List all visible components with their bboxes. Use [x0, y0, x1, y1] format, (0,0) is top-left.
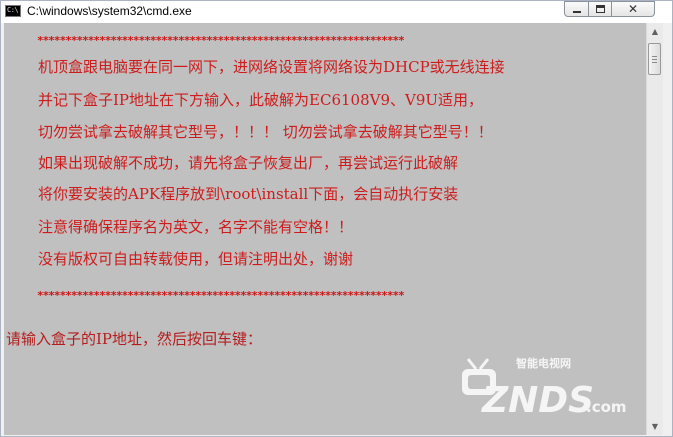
scroll-down-arrow-icon[interactable]: ▼	[647, 418, 663, 435]
console-line: 切勿尝试拿去破解其它型号，！！！ 切勿尝试拿去破解其它型号！！	[38, 123, 493, 141]
console-line: 并记下盒子IP地址在下方输入，此破解为EC6108V9、V9U适用，	[38, 91, 484, 109]
console-line: 将你要安装的APK程序放到\root\install下面，会自动执行安装	[38, 185, 459, 203]
maximize-button[interactable]	[588, 1, 612, 17]
minimize-icon	[573, 11, 581, 13]
vertical-scrollbar[interactable]: ▲ ▼	[646, 23, 663, 435]
watermark-brand: ZNDS	[481, 380, 594, 421]
window-title: C:\windows\system32\cmd.exe	[27, 4, 192, 18]
console-line: 注意得确保程序名为英文，名字不能有空格！！	[38, 218, 354, 236]
scroll-up-arrow-icon[interactable]: ▲	[647, 23, 663, 40]
close-icon: ✕	[627, 2, 639, 16]
znds-watermark: 智能电视网 ZNDS .com	[462, 356, 627, 421]
scrollbar-thumb[interactable]	[648, 43, 661, 75]
minimize-button[interactable]	[564, 1, 589, 17]
cmd-app-icon[interactable]: C:\	[5, 5, 21, 17]
console-line: 没有版权可自由转载使用，但请注明出处，谢谢	[38, 250, 354, 268]
console-line: 机顶盒跟电脑要在同一网下，进网络设置将网络设为DHCP或无线连接	[38, 58, 505, 76]
cmd-app-icon-label: C:\	[7, 6, 19, 14]
watermark-tagline: 智能电视网	[516, 356, 571, 370]
cmd-window: C:\ C:\windows\system32\cmd.exe ✕ ******…	[0, 0, 673, 437]
console-output[interactable]: ****************************************…	[4, 23, 646, 435]
separator-bottom: ****************************************…	[37, 289, 405, 302]
watermark-suffix: .com	[586, 398, 627, 416]
close-button[interactable]: ✕	[611, 1, 655, 17]
input-prompt[interactable]: 请输入盒子的IP地址，然后按回车键：	[6, 330, 262, 348]
console-line: 如果出现破解不成功，请先将盒子恢复出厂，再尝试运行此破解	[38, 154, 459, 172]
separator-top: ****************************************…	[37, 34, 405, 47]
maximize-icon	[596, 5, 605, 13]
